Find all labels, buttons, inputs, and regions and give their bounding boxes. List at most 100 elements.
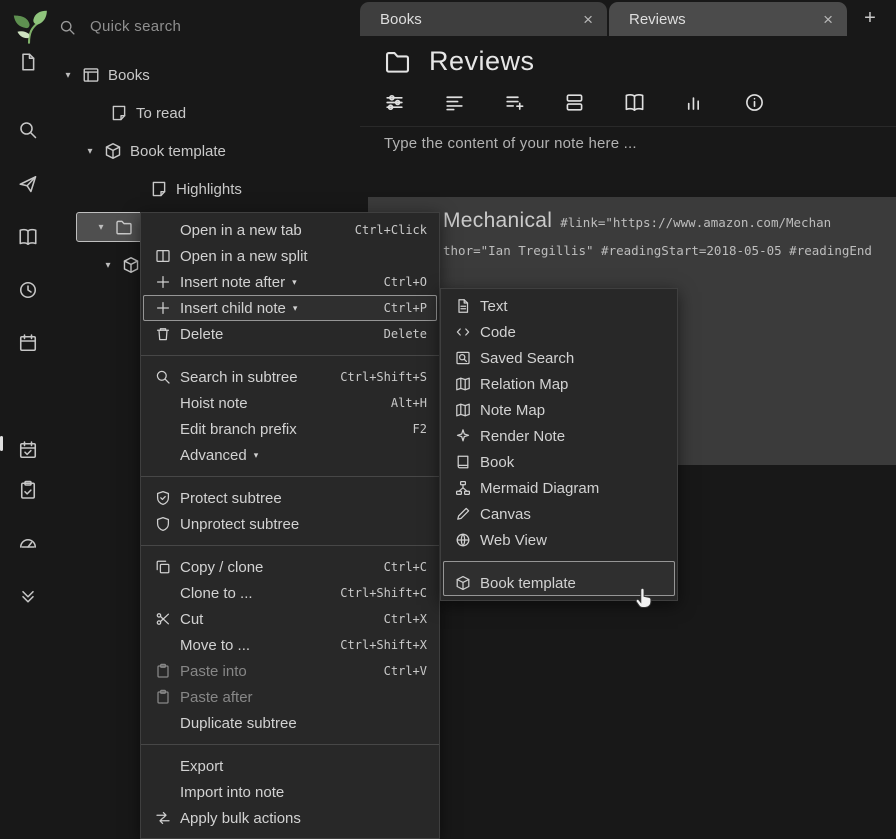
menu-item-insert-child-note[interactable]: Insert child note ▾ Ctrl+P: [143, 295, 437, 321]
menu-item-duplicate-subtree[interactable]: Duplicate subtree: [141, 710, 439, 736]
info-icon: [744, 92, 765, 113]
tab-close-icon[interactable]: ×: [823, 11, 833, 28]
menu-item-paste-after[interactable]: Paste after: [141, 684, 439, 710]
launcher-recent-changes[interactable]: [18, 280, 38, 300]
sliders-icon: [384, 92, 405, 113]
ribbon-similar-notes[interactable]: [684, 92, 705, 113]
menu-item-export[interactable]: Export: [141, 744, 439, 779]
paste-icon: [155, 663, 171, 679]
launcher-collapse-tree[interactable]: [18, 586, 38, 606]
chevron-down-icon: ▾: [293, 303, 298, 314]
shield-icon: [155, 516, 171, 532]
menu-item-apply-bulk-actions[interactable]: Apply bulk actions: [141, 805, 439, 831]
tab-close-icon[interactable]: ×: [583, 11, 593, 28]
submenu-item-canvas[interactable]: Canvas: [441, 501, 677, 527]
book-note-title: Mechanical: [443, 209, 552, 232]
menu-item-paste-into[interactable]: Paste into Ctrl+V: [141, 658, 439, 684]
book-note-title-line: Mechanical#link="https://www.amazon.com/…: [443, 209, 831, 233]
search-icon: [59, 19, 76, 36]
calendar-check-icon: [18, 440, 38, 460]
launcher-today[interactable]: [18, 440, 38, 460]
submenu-item-book[interactable]: Book: [441, 449, 677, 475]
pencil-icon: [455, 506, 471, 522]
submenu-item-note-map[interactable]: Note Map: [441, 397, 677, 423]
keyboard-shortcut: Ctrl+Click: [355, 223, 427, 237]
split-icon: [155, 248, 171, 264]
menu-item-insert-note-after[interactable]: Insert note after ▾ Ctrl+O: [141, 269, 439, 295]
sparkle-icon: [455, 428, 471, 444]
chevron-down-icon[interactable]: ▾: [95, 222, 107, 233]
keyboard-shortcut: Ctrl+Shift+X: [340, 638, 427, 652]
submenu-item-web-view[interactable]: Web View: [441, 527, 677, 553]
quick-search-input[interactable]: Quick search: [90, 18, 181, 35]
history-icon: [18, 280, 38, 300]
keyboard-shortcut: Ctrl+Shift+S: [340, 370, 427, 384]
menu-item-protect-subtree[interactable]: Protect subtree: [141, 476, 439, 511]
tree-item-book-template[interactable]: ▾ Book template: [0, 136, 360, 166]
chevron-down-icon[interactable]: ▾: [102, 260, 114, 271]
tree-item-highlights[interactable]: Highlights: [0, 174, 360, 204]
ribbon-divider: [360, 126, 896, 127]
lines-icon: [444, 92, 465, 113]
keyboard-shortcut: Ctrl+V: [384, 664, 427, 678]
ribbon-note-map[interactable]: [624, 92, 645, 113]
submenu-item-relation-map[interactable]: Relation Map: [441, 371, 677, 397]
editor-placeholder[interactable]: Type the content of your note here ...: [384, 135, 637, 152]
ribbon-basic-properties[interactable]: [384, 92, 405, 113]
menu-item-open-in-a-new-split[interactable]: Open in a new split: [141, 243, 439, 269]
keyboard-shortcut: Ctrl+C: [384, 560, 427, 574]
submenu-item-saved-search[interactable]: Saved Search: [441, 345, 677, 371]
menu-item-delete[interactable]: Delete Delete: [141, 321, 439, 347]
stack-icon: [564, 92, 585, 113]
menu-item-search-in-subtree[interactable]: Search in subtree Ctrl+Shift+S: [141, 355, 439, 390]
shield-check-icon: [155, 490, 171, 506]
code-icon: [455, 324, 471, 340]
saved-search-icon: [455, 350, 471, 366]
calendar-icon: [18, 333, 38, 353]
menu-item-cut[interactable]: Cut Ctrl+X: [141, 606, 439, 632]
menu-item-advanced[interactable]: Advanced ▾: [141, 442, 439, 468]
menu-item-copy-clone[interactable]: Copy / clone Ctrl+C: [141, 545, 439, 580]
active-launcher-indicator: [0, 436, 3, 451]
launcher-calendar[interactable]: [18, 333, 38, 353]
chevron-down-icon[interactable]: ▾: [84, 146, 96, 157]
copy-icon: [155, 559, 171, 575]
ribbon-bar: [384, 92, 765, 113]
submenu-item-code[interactable]: Code: [441, 319, 677, 345]
menu-item-move-to[interactable]: Move to ... Ctrl+Shift+X: [141, 632, 439, 658]
search-icon: [155, 369, 171, 385]
tab-books[interactable]: Books ×: [360, 2, 607, 36]
ribbon-note-info[interactable]: [744, 92, 765, 113]
submenu-item-render-note[interactable]: Render Note: [441, 423, 677, 449]
cube-icon: [455, 575, 471, 591]
submenu-item-mermaid-diagram[interactable]: Mermaid Diagram: [441, 475, 677, 501]
menu-item-open-in-a-new-tab[interactable]: Open in a new tab Ctrl+Click: [141, 217, 439, 243]
ribbon-note-paths[interactable]: [564, 92, 585, 113]
tree-item-books[interactable]: ▾ Books: [0, 60, 360, 90]
ribbon-add-attributes[interactable]: [504, 92, 525, 113]
scissors-icon: [155, 611, 171, 627]
menu-item-unprotect-subtree[interactable]: Unprotect subtree: [141, 511, 439, 537]
submenu-item-text[interactable]: Text: [441, 293, 677, 319]
menu-item-clone-to[interactable]: Clone to ... Ctrl+Shift+C: [141, 580, 439, 606]
app-logo: [8, 5, 50, 47]
new-tab-button[interactable]: +: [857, 5, 883, 31]
launcher-dashboard[interactable]: [18, 532, 38, 552]
book-grid-icon: [82, 66, 100, 84]
note-icon: [150, 180, 168, 198]
clipboard-check-icon: [18, 480, 38, 500]
plus-icon: [155, 300, 171, 316]
launcher-book[interactable]: [18, 227, 38, 247]
menu-item-import-into-note[interactable]: Import into note: [141, 779, 439, 805]
chevrons-down-icon: [18, 586, 38, 606]
tab-reviews[interactable]: Reviews ×: [609, 2, 847, 36]
map-icon: [455, 402, 471, 418]
app-window: Quick search Books × Reviews × +: [0, 0, 896, 839]
menu-item-hoist-note[interactable]: Hoist note Alt+H: [141, 390, 439, 416]
chevron-down-icon: ▾: [292, 277, 297, 288]
tree-item-to-read[interactable]: To read: [0, 98, 360, 128]
chevron-down-icon[interactable]: ▾: [62, 70, 74, 81]
launcher-tasks[interactable]: [18, 480, 38, 500]
ribbon-owned-attributes[interactable]: [444, 92, 465, 113]
menu-item-edit-branch-prefix[interactable]: Edit branch prefix F2: [141, 416, 439, 442]
